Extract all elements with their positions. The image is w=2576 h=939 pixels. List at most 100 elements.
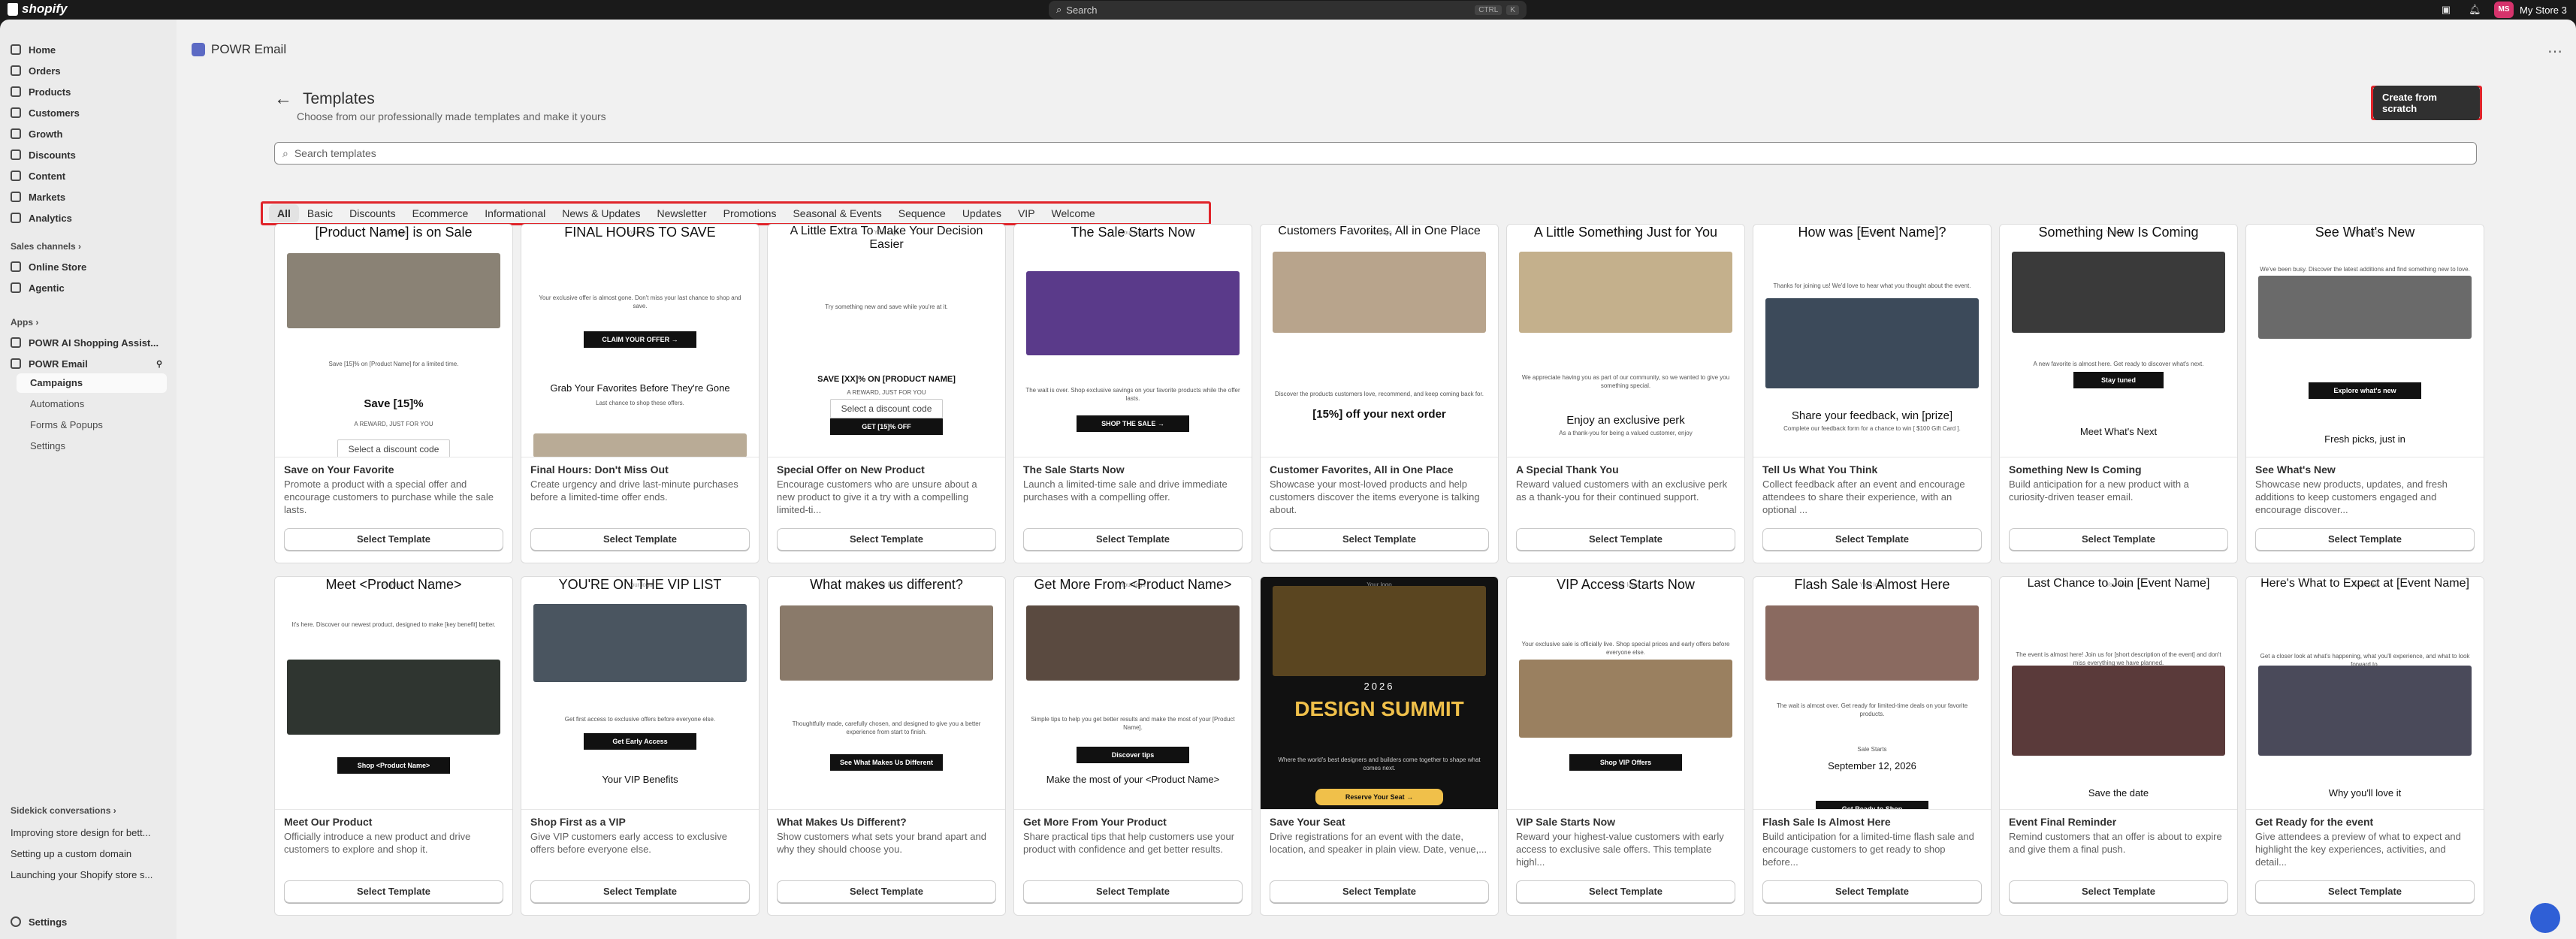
template-card[interactable]: Your logo Customers Favorites, All in One… (1260, 224, 1499, 563)
template-search-input[interactable]: ⌕ Search templates (274, 142, 2477, 165)
select-template-button[interactable]: Select Template (1023, 528, 1243, 551)
nav-analytics[interactable]: Analytics (8, 208, 168, 228)
nav-agentic[interactable]: Agentic (8, 278, 168, 297)
template-card[interactable]: Your logo The Sale Starts Now The wait is … (1013, 224, 1252, 563)
template-card[interactable]: Your logo VIP Access Starts Now Your exclu… (1506, 576, 1745, 916)
template-card[interactable]: Your logo See What's New We've been busy. … (2245, 224, 2484, 563)
back-arrow-icon[interactable]: ← (274, 89, 292, 110)
select-template-button[interactable]: Select Template (1762, 880, 1982, 903)
template-preview[interactable]: Your logo Here's What to Expect at [Event… (2246, 577, 2484, 810)
select-template-button[interactable]: Select Template (2009, 528, 2228, 551)
template-card[interactable]: Your logo FINAL HOURS TO SAVE Your exclusi… (521, 224, 760, 563)
select-template-button[interactable]: Select Template (777, 880, 996, 903)
template-preview[interactable]: Your logo Meet <Product Name> It's here. D… (275, 577, 512, 810)
template-preview[interactable]: Your logo A Little Extra To Make Your Dec… (768, 225, 1005, 457)
template-preview[interactable]: Your logo FINAL HOURS TO SAVE Your exclusi… (521, 225, 759, 457)
template-card[interactable]: Your logo What makes us different? Thought… (767, 576, 1006, 916)
conversation-item[interactable]: Setting up a custom domain (11, 848, 131, 859)
nav-settings[interactable]: Settings (8, 912, 168, 931)
tab-welcome[interactable]: Welcome (1043, 204, 1104, 222)
template-card[interactable]: Your logo 2026 DESIGN SUMMIT Where the w… (1260, 576, 1499, 916)
pin-icon[interactable]: ⚲ (156, 359, 162, 369)
select-template-button[interactable]: Select Template (1516, 528, 1735, 551)
nav-app-powr-email[interactable]: POWR Email ⚲ (8, 354, 168, 373)
chat-icon[interactable] (2530, 903, 2560, 933)
template-preview[interactable]: Your logo 2026 DESIGN SUMMIT Where the w… (1261, 577, 1498, 810)
select-template-button[interactable]: Select Template (1516, 880, 1735, 903)
select-template-button[interactable]: Select Template (530, 880, 750, 903)
nav-content[interactable]: Content (8, 166, 168, 186)
tab-ecommerce[interactable]: Ecommerce (404, 204, 477, 222)
nav-campaigns[interactable]: Campaigns (17, 373, 167, 393)
template-preview[interactable]: Your logo Something New Is Coming A new fa… (2000, 225, 2237, 457)
template-card[interactable]: Your logo Flash Sale Is Almost Here The wa… (1753, 576, 1992, 916)
conversation-item[interactable]: Improving store design for bett... (11, 827, 150, 838)
more-actions-icon[interactable]: ⋯ (2547, 42, 2562, 61)
select-template-button[interactable]: Select Template (284, 528, 503, 551)
select-template-button[interactable]: Select Template (2255, 880, 2475, 903)
select-template-button[interactable]: Select Template (777, 528, 996, 551)
store-menu[interactable]: MS My Store 3 (2494, 2, 2567, 18)
template-preview[interactable]: Your logo VIP Access Starts Now Your exclu… (1507, 577, 1744, 810)
bell-icon[interactable]: 🔔︎ (2469, 4, 2481, 16)
nav-home[interactable]: Home (8, 40, 168, 59)
select-template-button[interactable]: Select Template (1762, 528, 1982, 551)
template-preview[interactable]: Your logo Last Chance to Join [Event Name… (2000, 577, 2237, 810)
tab-newsletter[interactable]: Newsletter (649, 204, 715, 222)
tab-seasonal-events[interactable]: Seasonal & Events (784, 204, 889, 222)
nav-customers[interactable]: Customers (8, 103, 168, 122)
template-card[interactable]: Your logo YOU'RE ON THE VIP LIST Get first… (521, 576, 760, 916)
template-preview[interactable]: Your logo What makes us different? Thought… (768, 577, 1005, 810)
template-preview[interactable]: Your logo Flash Sale Is Almost Here The wa… (1753, 577, 1991, 810)
nav-discounts[interactable]: Discounts (8, 145, 168, 165)
template-preview[interactable]: Your logo Get More From <Product Name> Sim… (1014, 577, 1252, 810)
select-template-button[interactable]: Select Template (1270, 528, 1489, 551)
nav-orders[interactable]: Orders (8, 61, 168, 80)
template-card[interactable]: Your logo A Little Extra To Make Your Dec… (767, 224, 1006, 563)
select-template-button[interactable]: Select Template (1270, 880, 1489, 903)
nav-markets[interactable]: Markets (8, 187, 168, 207)
sidekick-heading[interactable]: Sidekick conversations › (11, 805, 116, 816)
global-search[interactable]: ⌕ Search CTRL K (1049, 1, 1527, 19)
nav-online-store[interactable]: Online Store (8, 257, 168, 276)
template-card[interactable]: Your logo Get More From <Product Name> Sim… (1013, 576, 1252, 916)
tab-vip[interactable]: VIP (1010, 204, 1043, 222)
tab-news-updates[interactable]: News & Updates (554, 204, 648, 222)
template-card[interactable]: Your logo Last Chance to Join [Event Name… (1999, 576, 2238, 916)
template-preview[interactable]: Your logo The Sale Starts Now The wait is … (1014, 225, 1252, 457)
apps-heading[interactable]: Apps › (11, 317, 38, 328)
tab-sequence[interactable]: Sequence (890, 204, 954, 222)
template-preview[interactable]: Your logo How was [Event Name]? Thanks for… (1753, 225, 1991, 457)
template-card[interactable]: Your logo How was [Event Name]? Thanks for… (1753, 224, 1992, 563)
shopify-logo[interactable]: shopify (8, 2, 67, 17)
nav-forms-popups[interactable]: Forms & Popups (30, 419, 103, 430)
template-card[interactable]: Your logo [Product Name] is on Sale Save [… (274, 224, 513, 563)
tab-all[interactable]: All (269, 204, 299, 222)
template-preview[interactable]: Your logo Customers Favorites, All in One… (1261, 225, 1498, 457)
template-preview[interactable]: Your logo YOU'RE ON THE VIP LIST Get first… (521, 577, 759, 810)
select-template-button[interactable]: Select Template (2009, 880, 2228, 903)
template-card[interactable]: Your logo Something New Is Coming A new fa… (1999, 224, 2238, 563)
select-template-button[interactable]: Select Template (1023, 880, 1243, 903)
create-from-scratch-button[interactable]: Create from scratch (2373, 86, 2480, 120)
tab-promotions[interactable]: Promotions (715, 204, 785, 222)
template-card[interactable]: Your logo A Little Something Just for You… (1506, 224, 1745, 563)
template-preview[interactable]: Your logo See What's New We've been busy. … (2246, 225, 2484, 457)
tab-updates[interactable]: Updates (954, 204, 1010, 222)
tab-discounts[interactable]: Discounts (341, 204, 403, 222)
tab-informational[interactable]: Informational (476, 204, 554, 222)
template-preview[interactable]: Your logo [Product Name] is on Sale Save [… (275, 225, 512, 457)
select-template-button[interactable]: Select Template (2255, 528, 2475, 551)
inbox-icon[interactable]: ▣ (2440, 4, 2452, 16)
nav-automations[interactable]: Automations (30, 398, 84, 409)
tab-basic[interactable]: Basic (299, 204, 341, 222)
template-preview[interactable]: Your logo A Little Something Just for You… (1507, 225, 1744, 457)
sales-channels-heading[interactable]: Sales channels › (11, 241, 81, 252)
template-card[interactable]: Your logo Here's What to Expect at [Event… (2245, 576, 2484, 916)
select-template-button[interactable]: Select Template (530, 528, 750, 551)
conversation-item[interactable]: Launching your Shopify store s... (11, 869, 153, 880)
select-template-button[interactable]: Select Template (284, 880, 503, 903)
nav-app-powr-ai[interactable]: POWR AI Shopping Assist... (8, 333, 168, 352)
nav-growth[interactable]: Growth (8, 124, 168, 143)
nav-products[interactable]: Products (8, 82, 168, 101)
